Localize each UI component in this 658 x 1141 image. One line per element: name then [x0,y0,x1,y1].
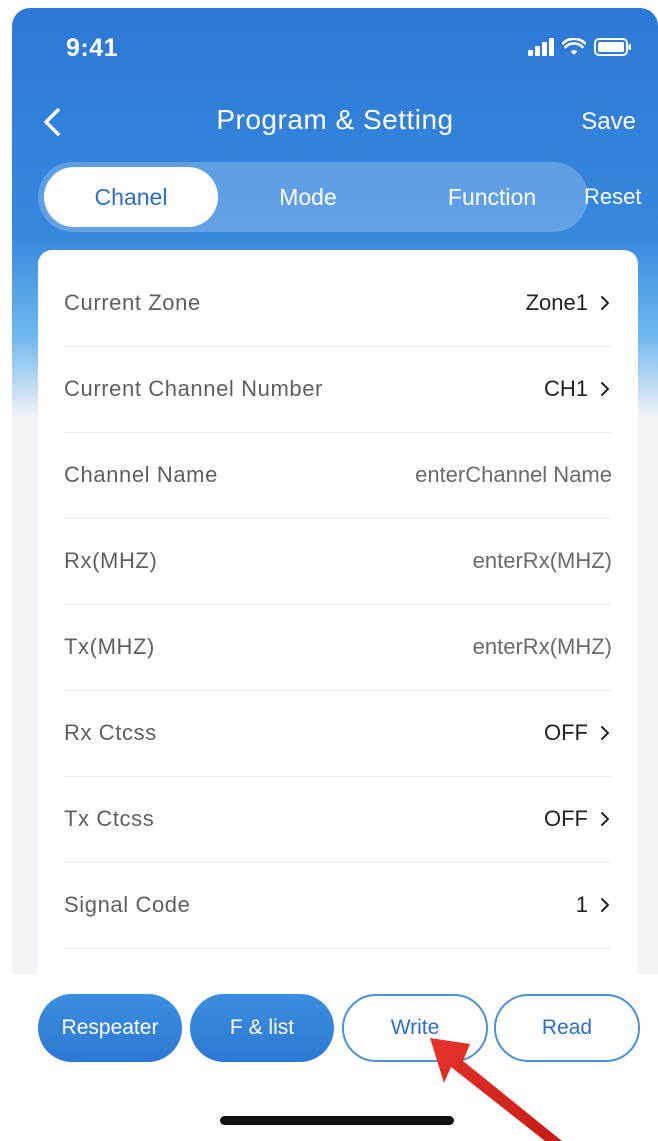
row-signal-code[interactable]: Signal Code 1 [64,862,612,949]
tab-mode[interactable]: Mode [248,162,368,232]
row-value: Zone1 [526,260,612,346]
row-tx-ctcss[interactable]: Tx Ctcss OFF [64,776,612,863]
chevron-right-icon [601,726,609,740]
row-label: Tx Ctcss [64,806,155,831]
phone-screen: 9:41 Program & Setting Save Chanel Mode … [12,8,658,1138]
chevron-right-icon [601,382,609,396]
rx-mhz-input[interactable]: enterRx(MHZ) [473,518,612,604]
row-label: Current Channel Number [64,376,323,401]
row-label: Rx Ctcss [64,720,157,745]
rx-ctcss-value: OFF [544,720,588,745]
channel-name-input[interactable]: enterChannel Name [415,432,612,518]
row-value: 1 [576,862,612,948]
bottom-action-bar: Respeater F & list Write Read [12,974,658,1138]
row-value: OFF [544,690,612,776]
respeater-button[interactable]: Respeater [38,994,182,1062]
chevron-right-icon [601,898,609,912]
read-button[interactable]: Read [494,994,640,1062]
row-value: CH1 [544,346,612,432]
current-channel-value: CH1 [543,376,588,401]
write-button[interactable]: Write [342,994,488,1062]
current-zone-value: Zone1 [525,290,588,315]
row-label: Tx(MHZ) [64,634,155,659]
row-rx-ctcss[interactable]: Rx Ctcss OFF [64,690,612,777]
row-current-channel-number[interactable]: Current Channel Number CH1 [64,346,612,433]
chevron-right-icon [601,812,609,826]
home-indicator [220,1116,454,1125]
row-label: Current Zone [64,290,201,315]
row-label: Channel Name [64,462,218,487]
chevron-right-icon [601,296,609,310]
row-rx-mhz: Rx(MHZ) enterRx(MHZ) [64,518,612,605]
tx-ctcss-value: OFF [544,806,588,831]
save-button[interactable]: Save [581,108,636,136]
settings-card: Current Zone Zone1 Current Channel Numbe… [38,250,638,990]
battery-icon [594,38,631,56]
wifi-icon [562,38,586,55]
tab-bar: Chanel Mode Function [38,162,588,232]
row-label: Rx(MHZ) [64,548,158,573]
row-label: Signal Code [64,892,191,917]
reset-button[interactable]: Reset [584,162,641,232]
tab-function[interactable]: Function [422,162,562,232]
row-tx-mhz: Tx(MHZ) enterRx(MHZ) [64,604,612,691]
row-value: OFF [544,776,612,862]
row-channel-name: Channel Name enterChannel Name [64,432,612,519]
status-icons [528,38,632,56]
status-time: 9:41 [66,34,119,62]
row-current-zone[interactable]: Current Zone Zone1 [64,260,612,347]
page-title: Program & Setting [216,104,454,135]
signal-icon [528,38,554,56]
signal-code-value: 1 [575,892,588,917]
tx-mhz-input[interactable]: enterRx(MHZ) [473,604,612,690]
f-list-button[interactable]: F & list [190,994,334,1062]
tab-chanel[interactable]: Chanel [44,167,218,227]
